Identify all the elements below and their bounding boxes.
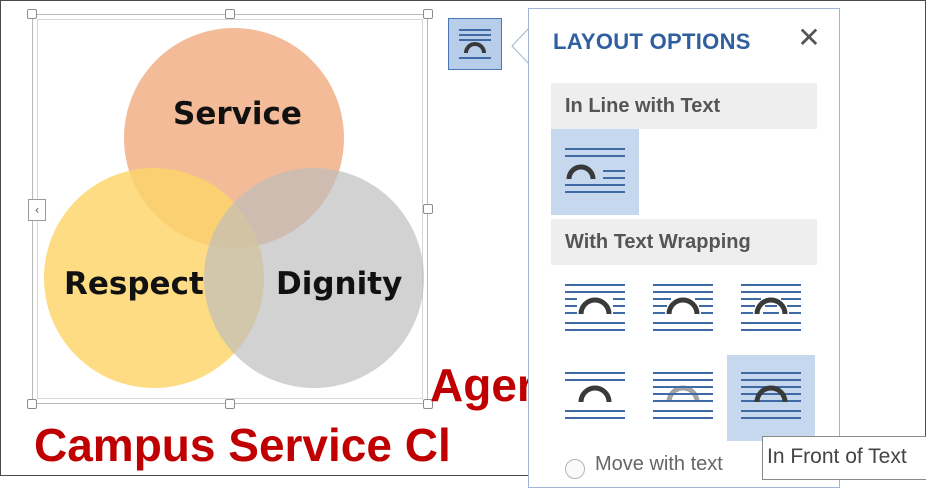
text-pane-toggle[interactable]: ‹ <box>28 199 46 221</box>
close-icon[interactable]: ✕ <box>795 23 823 53</box>
venn-label-dignity: Dignity <box>276 266 403 302</box>
behind-text-option[interactable] <box>639 355 727 441</box>
section-with-wrapping: With Text Wrapping <box>551 219 817 265</box>
through-wrap-option[interactable] <box>727 267 815 353</box>
square-wrap-icon <box>565 284 625 331</box>
in-front-of-text-icon <box>741 372 801 419</box>
section-in-line: In Line with Text <box>551 83 817 129</box>
top-and-bottom-wrap-option[interactable] <box>551 355 639 441</box>
layout-options-panel: LAYOUT OPTIONS ✕ In Line with Text With … <box>528 8 840 488</box>
in-front-of-text-option[interactable] <box>727 355 815 441</box>
resize-handle-top[interactable] <box>225 9 235 19</box>
tooltip: In Front of Text <box>762 436 926 480</box>
behind-text-icon <box>653 372 713 419</box>
tight-wrap-option[interactable] <box>639 267 727 353</box>
document-subheading: Campus Service Cl <box>34 419 451 471</box>
move-with-text-radio[interactable] <box>565 459 585 479</box>
chevron-left-icon: ‹ <box>34 203 40 217</box>
panel-title: LAYOUT OPTIONS <box>553 29 751 54</box>
resize-handle-top-right[interactable] <box>423 9 433 19</box>
square-wrap-option[interactable] <box>551 267 639 353</box>
top-and-bottom-wrap-icon <box>565 372 625 419</box>
resize-handle-right[interactable] <box>423 204 433 214</box>
resize-handle-bottom[interactable] <box>225 399 235 409</box>
resize-handle-bottom-left[interactable] <box>27 399 37 409</box>
in-line-with-text-icon <box>565 148 625 193</box>
venn-label-respect: Respect <box>64 266 204 302</box>
layout-options-button[interactable] <box>448 18 502 70</box>
through-wrap-icon <box>741 284 801 331</box>
in-line-with-text-option[interactable] <box>551 129 639 215</box>
move-with-text-label: Move with text <box>595 453 723 475</box>
venn-label-service: Service <box>173 96 302 132</box>
document-heading: Ager <box>430 359 535 411</box>
tight-wrap-icon <box>653 284 713 331</box>
resize-handle-top-left[interactable] <box>27 9 37 19</box>
layout-options-icon <box>459 29 491 59</box>
